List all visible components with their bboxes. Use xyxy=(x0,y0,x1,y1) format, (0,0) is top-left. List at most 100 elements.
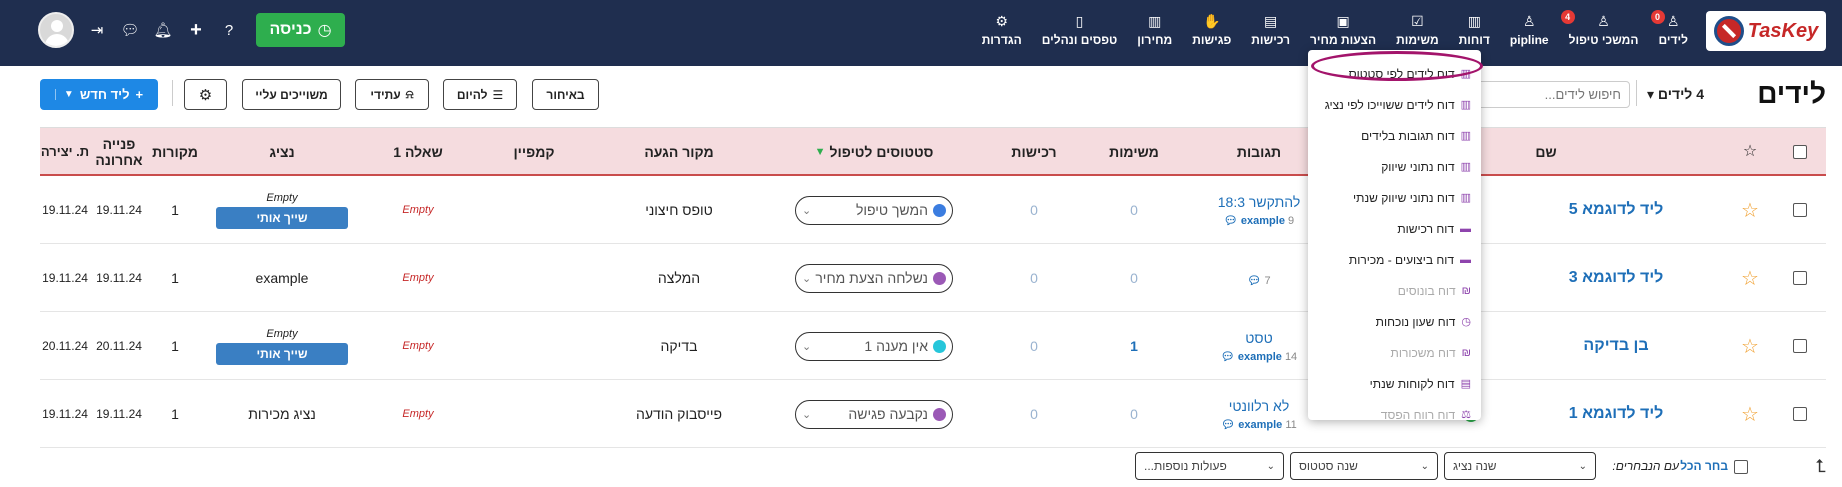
row-checkbox[interactable] xyxy=(1793,271,1807,285)
change-status-select[interactable]: ⌄ שנה סטטוס xyxy=(1290,452,1438,480)
status-select[interactable]: נקבעה פגישה ⌄ xyxy=(795,399,953,429)
assign-me-button[interactable]: שייך אותי xyxy=(216,342,348,365)
user-avatar[interactable] xyxy=(38,12,74,48)
header-tasks[interactable]: משימות xyxy=(1084,128,1184,176)
table-row[interactable]: ☆ בן בדיקה טסט example 14 💬︎ 1 0 אין מענה 1 ⌄ בד… xyxy=(40,312,1826,380)
header-status[interactable]: סטטוסים לטיפול ▼ xyxy=(764,128,984,176)
header-source[interactable]: מקור הגעה xyxy=(594,128,764,176)
star-outline-icon[interactable]: ☆ xyxy=(1741,266,1759,291)
star-outline-icon[interactable]: ☆ xyxy=(1741,198,1759,223)
nav-item[interactable]: ☑ משימות xyxy=(1386,12,1449,47)
question-empty[interactable]: Empty xyxy=(402,204,433,216)
new-lead-button[interactable]: + ליד חדש ▼ xyxy=(40,79,158,110)
report-menu-item[interactable]: ◷ דוח שעון נוכחות xyxy=(1376,306,1471,337)
bell-icon[interactable]: 🔔︎ xyxy=(147,14,179,46)
comment-meta[interactable]: example 11 💬︎ xyxy=(1221,418,1297,431)
nav-item[interactable]: ▤ רכישות xyxy=(1241,12,1300,47)
row-checkbox[interactable] xyxy=(1793,339,1807,353)
lead-name-link[interactable]: ליד לדוגמא 1 xyxy=(1569,405,1664,423)
report-menu-item[interactable]: ▬ דוח ביצועים - מכירות xyxy=(1349,244,1471,275)
purchases-count[interactable]: 0 xyxy=(1030,202,1038,218)
header-campaign[interactable]: קמפיין xyxy=(474,128,594,176)
header-agent[interactable]: נציג xyxy=(202,128,362,176)
report-menu-item[interactable]: ▥ דוח נתוני שיווק xyxy=(1381,151,1471,182)
nav-item[interactable]: ▣ הצעות מחיר xyxy=(1300,12,1386,47)
settings-gear-button[interactable]: ⚙ xyxy=(184,79,227,110)
assign-me-button[interactable]: שייך אותי xyxy=(216,206,348,229)
comment-meta[interactable]: example 14 💬︎ xyxy=(1221,350,1297,363)
bar-chart-icon: ▥ xyxy=(1460,130,1471,142)
leads-count-dropdown[interactable]: 4 לידים ▾ xyxy=(1647,86,1704,103)
header-last-contact[interactable]: פנייה אחרונה xyxy=(90,128,148,176)
select-all-bottom-checkbox[interactable] xyxy=(1734,460,1748,474)
tasks-count[interactable]: 1 xyxy=(1130,338,1138,354)
filter-icon[interactable]: ▼ xyxy=(815,144,826,160)
table-row[interactable]: ☆ ליד לדוגמא 5 להתקשר 18:3 example 9 💬︎ 0 0 המ… xyxy=(40,176,1826,244)
nav-item[interactable]: ♙ pipline xyxy=(1500,12,1559,47)
report-menu-item[interactable]: ₪ דוח בונוסים xyxy=(1398,275,1471,306)
tasks-count[interactable]: 0 xyxy=(1130,270,1138,286)
header-purchases[interactable]: רכישות xyxy=(984,128,1084,176)
lead-name-link[interactable]: ליד לדוגמא 3 xyxy=(1569,269,1664,287)
status-select[interactable]: המשך טיפול ⌄ xyxy=(795,195,953,225)
chat-icon[interactable]: 💬︎ xyxy=(114,14,146,46)
assigned-to-me-button[interactable]: משוייכים עליי xyxy=(242,79,341,110)
plus-icon[interactable]: + xyxy=(180,14,212,46)
report-menu-item[interactable]: ▥ דוח לידים ששוייכו לפי נציג xyxy=(1325,89,1471,120)
taskey-logo[interactable]: TasKey xyxy=(1706,11,1826,51)
header-question[interactable]: שאלה 1 xyxy=(362,128,474,176)
enter-button[interactable]: ◷ כניסה xyxy=(256,13,345,47)
comment-text[interactable]: לא רלוונטי xyxy=(1229,398,1290,414)
question-empty[interactable]: Empty xyxy=(402,272,433,284)
select-all-checkbox[interactable] xyxy=(1793,145,1807,159)
comment-meta[interactable]: 7 💬︎ xyxy=(1247,274,1270,287)
future-filter-button[interactable]: ⍾ עתידי xyxy=(355,79,429,110)
purchases-count[interactable]: 0 xyxy=(1030,270,1038,286)
row-checkbox[interactable] xyxy=(1793,407,1807,421)
late-filter-button[interactable]: באיחור xyxy=(532,79,599,110)
report-menu-item[interactable]: ⚖ דוח רווח הפסד xyxy=(1381,399,1471,430)
header-sources[interactable]: מקורות xyxy=(148,128,202,176)
lead-name-link[interactable]: בן בדיקה xyxy=(1583,337,1648,355)
change-agent-select[interactable]: ⌄ שנה נציג xyxy=(1444,452,1596,480)
select-all-link[interactable]: בחר הכל xyxy=(1680,459,1728,473)
bulk-actions-bar: ⮤ בחר הכל עם הנבחרים: ⌄ שנה נציג ⌄ שנה סטט… xyxy=(0,452,1842,482)
header-select-all[interactable] xyxy=(1774,128,1826,176)
today-filter-button[interactable]: ☰ להיום xyxy=(443,79,517,110)
report-menu-item[interactable]: ₪ דוח משכורות xyxy=(1391,337,1471,368)
nav-item[interactable]: ⚙ הגדרות xyxy=(972,12,1032,47)
nav-item[interactable]: ▯ טפסים ונהלים xyxy=(1032,12,1128,47)
lead-name-link[interactable]: ליד לדוגמא 5 xyxy=(1569,201,1664,219)
nav-item[interactable]: ♙ לידים 0 xyxy=(1649,10,1699,47)
nav-item[interactable]: ♙ המשכי טיפול 4 xyxy=(1559,10,1649,47)
nav-item[interactable]: ▥ מחירון xyxy=(1127,12,1182,47)
report-menu-item[interactable]: ▥ דוח תגובות בלידים xyxy=(1361,120,1471,151)
nav-item[interactable]: ✋ פגישות xyxy=(1182,12,1241,47)
purchases-count[interactable]: 0 xyxy=(1030,406,1038,422)
report-menu-item[interactable]: ▥ דוח נתוני שיווק שנתי xyxy=(1353,182,1471,213)
help-icon[interactable]: ? xyxy=(213,14,245,46)
question-empty[interactable]: Empty xyxy=(402,408,433,420)
tasks-count[interactable]: 0 xyxy=(1130,202,1138,218)
question-empty[interactable]: Empty xyxy=(402,340,433,352)
shekel-icon: ₪ xyxy=(1461,284,1471,297)
star-outline-icon[interactable]: ☆ xyxy=(1741,402,1759,427)
star-outline-icon[interactable]: ☆ xyxy=(1741,334,1759,359)
header-created[interactable]: ת. יצירה xyxy=(40,128,90,176)
comment-text[interactable]: להתקשר 18:3 xyxy=(1218,194,1301,210)
purchases-count[interactable]: 0 xyxy=(1030,338,1038,354)
status-select[interactable]: נשלחה הצעת מחיר ⌄ xyxy=(795,263,953,293)
row-checkbox[interactable] xyxy=(1793,203,1807,217)
comment-meta[interactable]: example 9 💬︎ xyxy=(1224,214,1294,227)
status-select[interactable]: אין מענה 1 ⌄ xyxy=(795,331,953,361)
nav-item[interactable]: ▥ דוחות xyxy=(1449,12,1500,47)
tasks-count[interactable]: 0 xyxy=(1130,406,1138,422)
comment-text[interactable]: טסט xyxy=(1245,330,1272,346)
more-actions-select[interactable]: ⌄ פעולות נוספות... xyxy=(1135,452,1284,480)
report-menu-item[interactable]: ▤ דוח לקוחות שנתי xyxy=(1370,368,1471,399)
report-menu-item[interactable]: ▬ דוח רכישות xyxy=(1397,213,1471,244)
logout-icon[interactable]: ⇥ xyxy=(81,14,113,46)
caret-down-icon[interactable]: ▼ xyxy=(54,89,74,100)
table-row[interactable]: ☆ ליד לדוגמא 1 לא רלוונטי example 11 💬︎ 0 0 נק… xyxy=(40,380,1826,448)
table-row[interactable]: ☆ ליד לדוגמא 3 7 💬︎ 0 0 נשלחה הצעת מחיר ⌄ המלצה… xyxy=(40,244,1826,312)
